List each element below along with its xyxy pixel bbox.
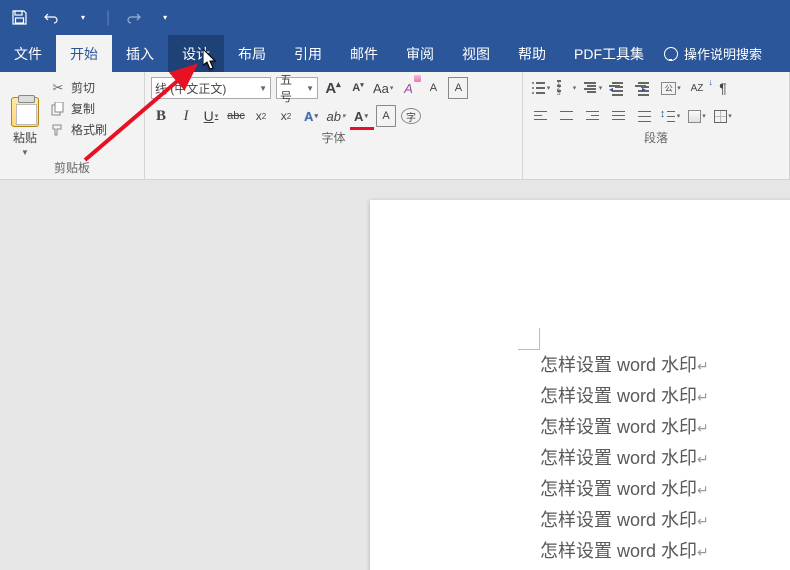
copy-icon <box>50 102 66 116</box>
brush-icon <box>50 123 66 137</box>
chevron-down-icon: ▼ <box>256 84 267 93</box>
strikethrough-button[interactable]: abc <box>226 105 246 127</box>
change-case-button[interactable]: Aa▾ <box>373 77 393 99</box>
font-color-button[interactable]: A▾ <box>351 105 371 127</box>
paste-icon[interactable] <box>11 97 39 127</box>
qat-customize-icon[interactable]: ▾ <box>156 9 174 27</box>
undo-dropdown-icon[interactable]: ▾ <box>74 9 92 27</box>
character-shading-button[interactable]: A <box>376 105 396 127</box>
tab-pdf-tools[interactable]: PDF工具集 <box>560 35 658 72</box>
document-line[interactable]: 怎样设置 word 水印↵ <box>540 505 709 536</box>
group-paragraph: ▾ 123▾ ▾ ◂ ◂ 公▾ AZ ¶ ▾ ▾ ▾ 段落 <box>523 72 790 179</box>
document-line[interactable]: 怎样设置 word 水印↵ <box>540 443 709 474</box>
borders-button[interactable]: ▾ <box>713 105 733 127</box>
tab-file[interactable]: 文件 <box>0 35 56 72</box>
decrease-indent-button[interactable]: ◂ <box>609 77 629 99</box>
align-center-icon <box>560 111 574 122</box>
numbering-icon: 123 <box>558 82 572 94</box>
align-left-icon <box>534 111 548 122</box>
numbering-button[interactable]: 123▾ <box>557 77 577 99</box>
enclose-characters-button[interactable]: 字 <box>401 108 421 124</box>
superscript-button[interactable]: x2 <box>276 105 296 127</box>
sort-button[interactable]: AZ <box>687 77 707 99</box>
scissors-icon: ✂ <box>50 81 66 95</box>
document-line[interactable]: 怎样设置 word 水印↵ <box>540 536 709 567</box>
bullets-button[interactable]: ▾ <box>531 77 551 99</box>
document-line[interactable]: 怎样设置 word 水印↵ <box>540 412 709 443</box>
document-line[interactable]: 怎样设置 word 水印↵ <box>540 474 709 505</box>
redo-icon[interactable] <box>124 9 142 27</box>
tell-me-label: 操作说明搜索 <box>684 44 762 63</box>
tab-view[interactable]: 视图 <box>448 35 504 72</box>
tab-review[interactable]: 审阅 <box>392 35 448 72</box>
distribute-button[interactable] <box>635 105 655 127</box>
multilevel-icon <box>584 82 598 94</box>
document-content[interactable]: 怎样设置 word 水印↵ 怎样设置 word 水印↵ 怎样设置 word 水印… <box>540 350 709 570</box>
subscript-button[interactable]: x2 <box>251 105 271 127</box>
indent-icon: ◂ <box>638 82 652 94</box>
justify-button[interactable] <box>609 105 629 127</box>
chevron-down-icon: ▼ <box>303 84 314 93</box>
shrink-font-button[interactable]: A▾ <box>348 77 368 99</box>
align-right-button[interactable] <box>583 105 603 127</box>
shading-button[interactable]: ▾ <box>687 105 707 127</box>
paragraph-group-label: 段落 <box>523 127 789 149</box>
margin-corner-icon <box>518 328 540 350</box>
justify-icon <box>612 111 626 122</box>
save-icon[interactable] <box>10 9 28 27</box>
align-center-button[interactable] <box>557 105 577 127</box>
text-effects-button[interactable]: A▾ <box>301 105 321 127</box>
highlight-button[interactable]: ab▾ <box>326 105 346 127</box>
asian-layout-icon: 公 <box>661 82 676 95</box>
multilevel-list-button[interactable]: ▾ <box>583 77 603 99</box>
document-line[interactable]: 怎样设置 word 水印↵ <box>540 381 709 412</box>
clear-formatting-button[interactable]: A <box>398 77 418 99</box>
font-size-value: 五号 <box>280 71 303 105</box>
font-size-combo[interactable]: 五号▼ <box>276 77 318 99</box>
phonetic-guide-button[interactable]: A <box>423 77 443 99</box>
document-line[interactable]: 怎样设置 word 水印↵ <box>540 350 709 381</box>
align-right-icon <box>586 111 600 122</box>
align-left-button[interactable] <box>531 105 551 127</box>
document-page[interactable]: 怎样设置 word 水印↵ 怎样设置 word 水印↵ 怎样设置 word 水印… <box>370 200 790 570</box>
line-spacing-icon <box>662 110 676 123</box>
mouse-cursor-icon <box>203 49 219 76</box>
tell-me-search[interactable]: 操作说明搜索 <box>664 35 762 72</box>
bullets-icon <box>532 82 546 94</box>
tab-layout[interactable]: 布局 <box>224 35 280 72</box>
tab-help[interactable]: 帮助 <box>504 35 560 72</box>
line-spacing-button[interactable]: ▾ <box>661 105 681 127</box>
paste-button[interactable]: 粘贴 <box>13 129 37 146</box>
paste-dropdown-icon[interactable]: ▼ <box>21 148 29 157</box>
asian-layout-button[interactable]: 公▾ <box>661 77 681 99</box>
document-area[interactable]: 怎样设置 word 水印↵ 怎样设置 word 水印↵ 怎样设置 word 水印… <box>0 180 790 570</box>
grow-font-button[interactable]: A▴ <box>323 77 343 99</box>
title-bar: ▾ | ▾ <box>0 0 790 35</box>
qat-separator: | <box>106 9 110 27</box>
distribute-icon <box>638 111 652 122</box>
borders-icon <box>714 110 727 123</box>
annotation-arrow-icon <box>75 60 225 175</box>
character-border-button[interactable]: A <box>448 77 468 99</box>
undo-icon[interactable] <box>42 9 60 27</box>
tab-mailings[interactable]: 邮件 <box>336 35 392 72</box>
outdent-icon: ◂ <box>612 82 626 94</box>
tab-references[interactable]: 引用 <box>280 35 336 72</box>
lightbulb-icon <box>664 47 678 61</box>
increase-indent-button[interactable]: ◂ <box>635 77 655 99</box>
show-paragraph-marks-button[interactable]: ¶ <box>713 77 733 99</box>
shading-icon <box>688 110 701 123</box>
